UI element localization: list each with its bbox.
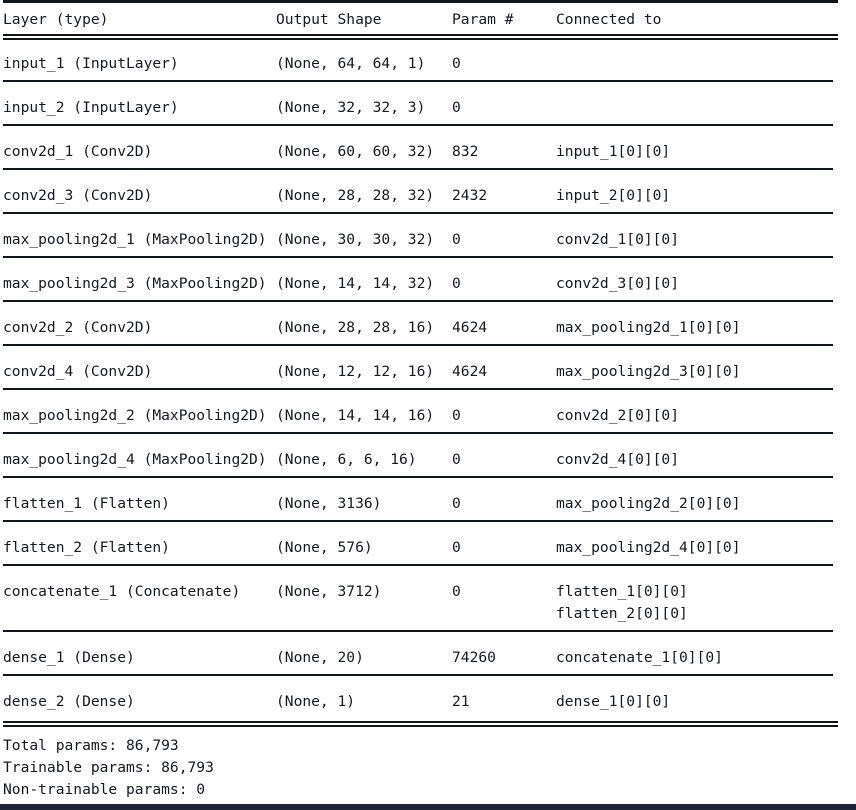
cell-param-count: 832 <box>452 143 479 160</box>
row-separator-rule <box>3 674 833 676</box>
row-separator-rule <box>3 432 833 434</box>
non-trainable-params-text: Non-trainable params: 0 <box>3 781 206 798</box>
cell-layer-name: concatenate_1 (Concatenate) <box>3 583 241 600</box>
cell-connected-to: flatten_1[0][0] <box>556 583 688 600</box>
bottom-accent-bar <box>0 804 856 810</box>
cell-param-count: 4624 <box>452 319 488 336</box>
row-separator-rule <box>3 630 833 632</box>
column-header-connected-to: Connected to <box>556 11 662 28</box>
cell-param-count: 0 <box>452 99 461 116</box>
cell-param-count: 0 <box>452 495 461 512</box>
model-summary-output: Layer (type) Output Shape Param # Connec… <box>0 0 856 810</box>
cell-layer-name: dense_2 (Dense) <box>3 693 135 710</box>
cell-connected-to: conv2d_1[0][0] <box>556 231 680 248</box>
cell-param-count: 0 <box>452 407 461 424</box>
cell-output-shape: (None, 32, 32, 3) <box>276 99 426 116</box>
cell-output-shape: (None, 1) <box>276 693 356 710</box>
cell-output-shape: (None, 64, 64, 1) <box>276 55 426 72</box>
row-separator-rule <box>3 80 833 82</box>
column-header-layer: Layer (type) <box>3 11 109 28</box>
cell-layer-name: conv2d_2 (Conv2D) <box>3 319 153 336</box>
cell-layer-name: input_1 (InputLayer) <box>3 55 179 72</box>
row-separator-rule <box>3 168 833 170</box>
row-separator-rule <box>3 256 833 258</box>
cell-layer-name: flatten_2 (Flatten) <box>3 539 170 556</box>
cell-connected-to: max_pooling2d_1[0][0] <box>556 319 741 336</box>
cell-connected-to: conv2d_3[0][0] <box>556 275 680 292</box>
row-separator-rule <box>3 520 833 522</box>
row-separator-rule <box>3 388 833 390</box>
cell-param-count: 0 <box>452 583 461 600</box>
column-header-output-shape: Output Shape <box>276 11 382 28</box>
cell-output-shape: (None, 28, 28, 32) <box>276 187 435 204</box>
cell-output-shape: (None, 60, 60, 32) <box>276 143 435 160</box>
cell-output-shape: (None, 576) <box>276 539 373 556</box>
cell-output-shape: (None, 3136) <box>276 495 382 512</box>
cell-connected-to: max_pooling2d_2[0][0] <box>556 495 741 512</box>
cell-param-count: 21 <box>452 693 470 710</box>
footer-double-rule <box>3 721 838 727</box>
cell-param-count: 2432 <box>452 187 488 204</box>
cell-layer-name: max_pooling2d_1 (MaxPooling2D) <box>3 231 267 248</box>
cell-output-shape: (None, 14, 14, 32) <box>276 275 435 292</box>
cell-layer-name: max_pooling2d_2 (MaxPooling2D) <box>3 407 267 424</box>
cell-param-count: 0 <box>452 539 461 556</box>
row-separator-rule <box>3 124 833 126</box>
cell-param-count: 74260 <box>452 649 496 666</box>
cell-param-count: 0 <box>452 231 461 248</box>
cell-layer-name: max_pooling2d_3 (MaxPooling2D) <box>3 275 267 292</box>
cell-layer-name: conv2d_1 (Conv2D) <box>3 143 153 160</box>
cell-output-shape: (None, 3712) <box>276 583 382 600</box>
cell-layer-name: dense_1 (Dense) <box>3 649 135 666</box>
cell-output-shape: (None, 12, 12, 16) <box>276 363 435 380</box>
cell-output-shape: (None, 6, 6, 16) <box>276 451 417 468</box>
cell-layer-name: conv2d_3 (Conv2D) <box>3 187 153 204</box>
cell-param-count: 0 <box>452 55 461 72</box>
row-separator-rule <box>3 344 833 346</box>
cell-output-shape: (None, 20) <box>276 649 364 666</box>
cell-layer-name: conv2d_4 (Conv2D) <box>3 363 153 380</box>
cell-output-shape: (None, 30, 30, 32) <box>276 231 435 248</box>
top-separator-rule <box>3 0 838 3</box>
header-double-rule <box>3 34 838 40</box>
row-separator-rule <box>3 564 833 566</box>
row-separator-rule <box>3 300 833 302</box>
cell-layer-name: input_2 (InputLayer) <box>3 99 179 116</box>
cell-output-shape: (None, 28, 28, 16) <box>276 319 435 336</box>
cell-connected-to: input_2[0][0] <box>556 187 671 204</box>
cell-param-count: 0 <box>452 451 461 468</box>
cell-connected-to: input_1[0][0] <box>556 143 671 160</box>
cell-output-shape: (None, 14, 14, 16) <box>276 407 435 424</box>
cell-connected-to: conv2d_2[0][0] <box>556 407 680 424</box>
row-separator-rule <box>3 212 833 214</box>
cell-connected-to: max_pooling2d_4[0][0] <box>556 539 741 556</box>
trainable-params-text: Trainable params: 86,793 <box>3 759 214 776</box>
row-separator-rule <box>3 476 833 478</box>
total-params-text: Total params: 86,793 <box>3 737 179 754</box>
cell-param-count: 0 <box>452 275 461 292</box>
cell-connected-to-secondary: flatten_2[0][0] <box>556 605 688 622</box>
cell-connected-to: max_pooling2d_3[0][0] <box>556 363 741 380</box>
cell-layer-name: flatten_1 (Flatten) <box>3 495 170 512</box>
cell-connected-to: dense_1[0][0] <box>556 693 671 710</box>
cell-param-count: 4624 <box>452 363 488 380</box>
column-header-param-count: Param # <box>452 11 514 28</box>
cell-connected-to: concatenate_1[0][0] <box>556 649 723 666</box>
cell-layer-name: max_pooling2d_4 (MaxPooling2D) <box>3 451 267 468</box>
cell-connected-to: conv2d_4[0][0] <box>556 451 680 468</box>
